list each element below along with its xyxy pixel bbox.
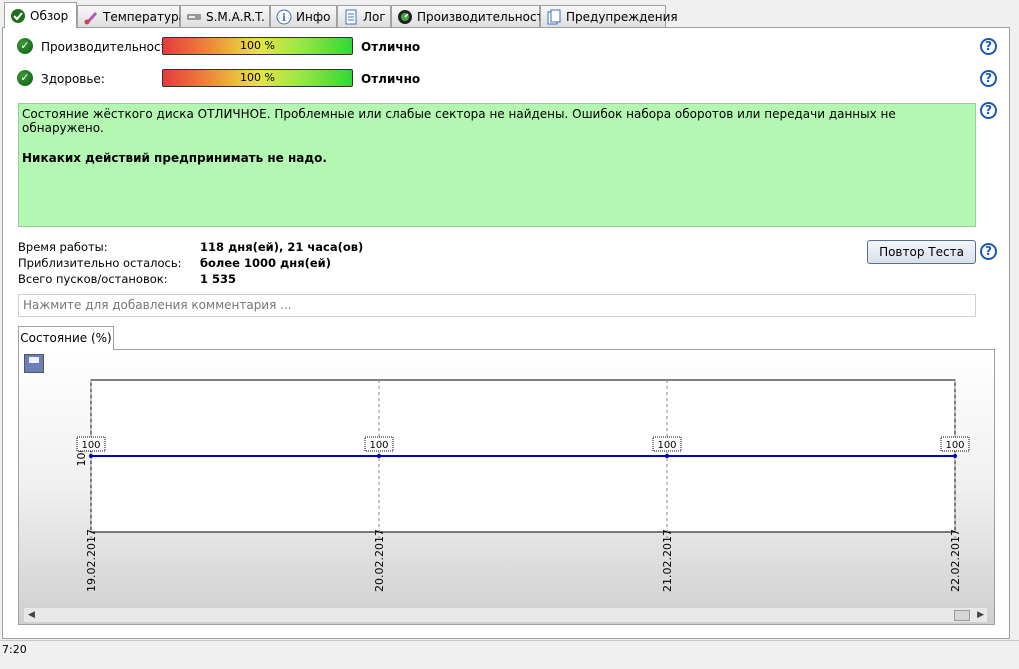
performance-rating: Отлично <box>361 40 421 54</box>
pages-icon <box>546 9 562 25</box>
data-label: 100 <box>657 440 676 451</box>
data-point <box>377 454 381 458</box>
scroll-thumb[interactable] <box>954 610 970 621</box>
gauge-icon <box>397 9 413 25</box>
performance-bar: 100 % <box>162 37 353 55</box>
tab-label: Обзор <box>30 8 69 23</box>
tab-label: S.M.A.R.T. <box>206 9 265 24</box>
action-text: Никаких действий предпринимать не надо. <box>22 151 327 165</box>
status-text: Состояние жёсткого диска ОТЛИЧНОЕ. Пробл… <box>22 107 896 135</box>
data-point <box>953 454 957 458</box>
data-point <box>665 454 669 458</box>
tab-label: Предупреждения <box>566 9 678 24</box>
starts-label: Всего пусков/остановок: <box>18 272 168 286</box>
health-rating: Отлично <box>361 72 421 86</box>
tab-log[interactable]: Лог <box>337 5 391 27</box>
health-bar: 100 % <box>162 69 353 87</box>
performance-help-icon[interactable]: ? <box>980 38 997 55</box>
check-circle-icon <box>10 8 26 24</box>
status-box: Состояние жёсткого диска ОТЛИЧНОЕ. Пробл… <box>18 103 976 227</box>
uptime-value: 118 дня(ей), 21 часа(ов) <box>200 240 364 254</box>
svg-text:i: i <box>282 13 286 24</box>
info-icon: i <box>276 9 292 25</box>
chart-panel: 100 100 19.02.2017 100 20.02.2017 100 21.02.20… <box>18 349 995 625</box>
tab-label: Лог <box>363 9 386 24</box>
status-help-icon[interactable]: ? <box>980 102 997 119</box>
retest-help-icon[interactable]: ? <box>980 243 997 260</box>
drive-icon <box>186 9 202 25</box>
data-label: 100 <box>945 440 964 451</box>
tab-label: Инфо <box>296 9 331 24</box>
horizontal-scrollbar[interactable]: ◀ ▶ <box>24 607 987 622</box>
tab-label: Температура <box>103 9 187 24</box>
document-icon <box>343 9 359 25</box>
tab-state-chart[interactable]: Состояние (%) <box>18 326 114 350</box>
x-tick-label: 21.02.2017 <box>661 529 674 592</box>
data-label: 100 <box>81 440 100 451</box>
x-tick-label: 20.02.2017 <box>373 529 386 592</box>
overview-panel: ✓ Производительность: 100 % Отлично ? ✓ … <box>2 27 1010 639</box>
remaining-label: Приблизительно осталось: <box>18 256 182 270</box>
starts-value: 1 535 <box>200 272 237 286</box>
performance-check-icon: ✓ <box>17 38 33 54</box>
tab-overview[interactable]: Обзор <box>4 2 77 28</box>
tab-bar: Обзор Температура S.M.A.R.T. i Инфо Лог … <box>0 0 1019 28</box>
tab-performance[interactable]: Производительность <box>391 5 551 27</box>
scroll-left-icon[interactable]: ◀ <box>28 608 35 623</box>
performance-value: 100 % <box>240 39 275 52</box>
performance-label: Производительность: <box>41 40 179 54</box>
tab-info[interactable]: i Инфо <box>270 5 337 27</box>
health-check-icon: ✓ <box>17 70 33 86</box>
remaining-value: более 1000 дня(ей) <box>200 256 331 270</box>
state-chart: 100 100 19.02.2017 100 20.02.2017 100 21.02.20… <box>75 379 970 592</box>
scroll-right-icon[interactable]: ▶ <box>977 608 984 623</box>
tab-label: Производительность <box>417 9 551 24</box>
status-bar: 7:20 <box>0 640 1019 669</box>
thermometer-icon <box>83 9 99 25</box>
tab-warnings[interactable]: Предупреждения <box>540 5 678 27</box>
retest-button[interactable]: Повтор Теста <box>867 240 976 264</box>
health-label: Здоровье: <box>41 72 105 86</box>
health-value: 100 % <box>240 71 275 84</box>
data-label: 100 <box>369 440 388 451</box>
comment-input[interactable]: Нажмите для добавления комментария ... <box>18 294 976 317</box>
tab-temperature[interactable]: Температура <box>77 5 186 27</box>
data-point <box>89 454 93 458</box>
x-tick-label: 22.02.2017 <box>949 529 962 592</box>
status-bar-text: 7:20 <box>2 643 27 656</box>
health-help-icon[interactable]: ? <box>980 70 997 87</box>
uptime-label: Время работы: <box>18 240 108 254</box>
tab-smart[interactable]: S.M.A.R.T. <box>180 5 270 27</box>
x-tick-label: 19.02.2017 <box>85 529 98 592</box>
